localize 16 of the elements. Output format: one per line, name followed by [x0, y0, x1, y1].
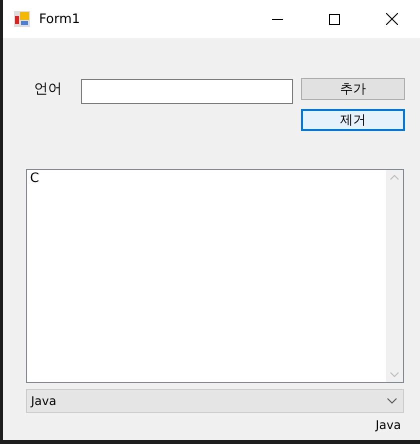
language-label: 언어	[34, 80, 63, 98]
remove-button[interactable]: 제거	[301, 109, 405, 131]
maximize-icon[interactable]	[329, 14, 340, 24]
language-dropdown[interactable]: Java	[26, 389, 404, 413]
scroll-down-icon[interactable]	[390, 372, 399, 378]
scroll-up-icon[interactable]	[390, 174, 399, 180]
add-button[interactable]: 추가	[301, 78, 405, 100]
list-box[interactable]: C	[26, 169, 404, 383]
scrollbar[interactable]	[386, 170, 403, 382]
result-label: Java	[376, 418, 401, 432]
language-input[interactable]	[81, 79, 293, 104]
window-title: Form1	[39, 12, 82, 26]
list-item[interactable]: C	[30, 171, 383, 186]
close-icon[interactable]	[386, 13, 398, 25]
chevron-down-icon	[387, 398, 397, 404]
app-icon	[14, 11, 30, 27]
